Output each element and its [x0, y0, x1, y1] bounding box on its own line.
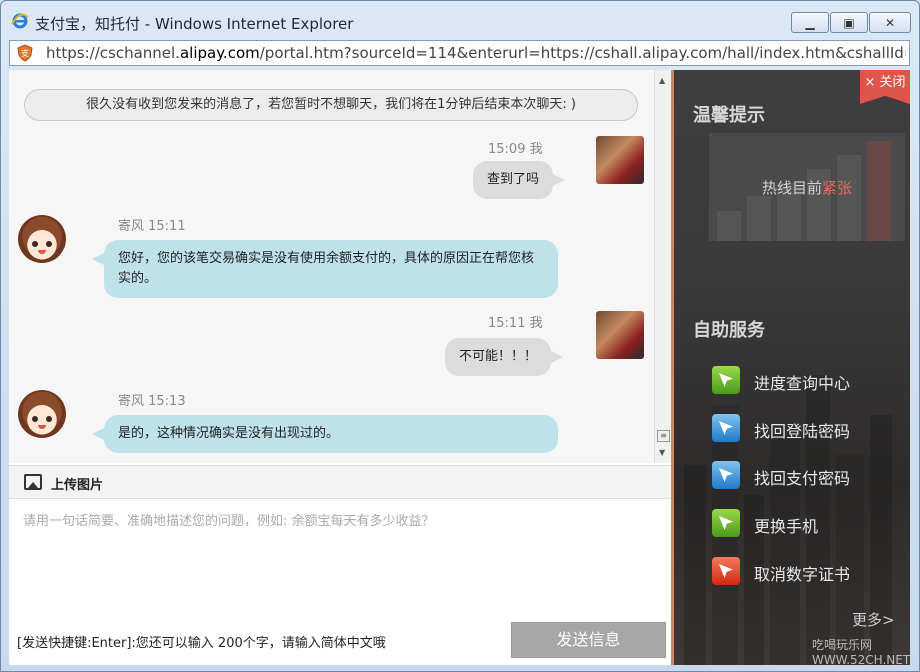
message-meta: 15:11 我: [488, 316, 543, 331]
service-change-phone[interactable]: 更换手机: [712, 507, 902, 539]
url-text[interactable]: https://cschannel.alipay.com/portal.htm?…: [46, 44, 906, 62]
minimize-icon: ▁: [805, 15, 815, 30]
service-progress-query[interactable]: 进度查询中心: [712, 364, 902, 396]
help-sidebar: × 关闭 温馨提示 热线目前紧张 自助服务 进度查询中心 找回登陆密码 找回支付…: [671, 70, 910, 665]
maximize-button[interactable]: ▣: [830, 12, 868, 33]
address-bar[interactable]: 支 https://cschannel.alipay.com/portal.ht…: [9, 40, 910, 66]
service-label: 更换手机: [754, 517, 819, 536]
user-message-bubble: 查到了吗: [473, 161, 566, 199]
browser-window: 支付宝，知托付 - Windows Internet Explorer ▁ ▣ …: [0, 0, 920, 672]
hotline-bar: [837, 155, 861, 241]
close-window-button[interactable]: ✕: [869, 12, 911, 33]
user-message-bubble: 不可能！！！: [445, 338, 564, 376]
cancel-certificate-icon: [712, 557, 740, 585]
progress-query-icon: [712, 366, 740, 394]
change-phone-icon: [712, 509, 740, 537]
hotline-level: 紧张: [822, 179, 853, 197]
scroll-down-icon[interactable]: ▼: [659, 448, 665, 457]
agent-avatar: [18, 390, 66, 438]
service-pay-password[interactable]: 找回支付密码: [712, 459, 902, 491]
scroll-up-icon[interactable]: ▲: [659, 76, 665, 85]
service-label: 进度查询中心: [754, 374, 851, 393]
url-path: /portal.htm?sourceId=114&enterurl=https:…: [259, 44, 906, 62]
agent-message-bubble: 您好，您的该笔交易确实是没有使用余额支付的，具体的原因正在帮您核实的。: [92, 240, 558, 298]
watermark: 吃喝玩乐网 WWW.52CH.NET: [812, 638, 910, 665]
hotline-bar: [717, 211, 741, 241]
close-icon: ✕: [884, 15, 896, 30]
service-label: 找回支付密码: [754, 469, 851, 488]
message-meta: 寄风 15:13: [118, 394, 186, 409]
window-title: 支付宝，知托付 - Windows Internet Explorer: [35, 15, 354, 33]
composer-toolbar: 上传图片: [9, 465, 671, 499]
scroll-thumb[interactable]: ≡: [657, 430, 670, 442]
upload-image-button[interactable]: 上传图片: [51, 474, 103, 493]
send-button[interactable]: 发送信息: [511, 622, 666, 658]
page-content: 很久没有收到您发来的消息了，若您暂时不想聊天，我们将在1分钟后结束本次聊天: )…: [9, 70, 910, 665]
message-input[interactable]: [9, 500, 671, 620]
service-login-password[interactable]: 找回登陆密码: [712, 412, 902, 444]
url-prefix: https://cschannel.: [46, 44, 180, 62]
close-sidebar-button[interactable]: × 关闭: [860, 70, 910, 104]
timeout-notice: 很久没有收到您发来的消息了，若您暂时不想聊天，我们将在1分钟后结束本次聊天: ): [24, 89, 638, 121]
agent-avatar: [18, 215, 66, 263]
hotline-bar: [747, 196, 771, 241]
hotline-status: 热线目前紧张: [709, 177, 905, 198]
minimize-button[interactable]: ▁: [791, 12, 829, 33]
maximize-icon: ▣: [843, 15, 855, 30]
chat-scrollbar[interactable]: ▲ ≡ ▼: [654, 70, 671, 463]
site-shield-icon: 支: [17, 44, 33, 62]
agent-message-bubble: 是的，这种情况确实是没有出现过的。: [92, 415, 558, 453]
message-meta: 15:09 我: [488, 142, 543, 157]
hotline-label: 热线目前: [761, 179, 822, 197]
svg-text:支: 支: [21, 48, 29, 58]
tips-heading: 温馨提示: [693, 105, 765, 126]
pay-password-icon: [712, 461, 740, 489]
upload-image-icon[interactable]: [24, 474, 42, 490]
service-label: 取消数字证书: [754, 565, 851, 584]
user-avatar: [596, 136, 644, 184]
message-meta: 寄风 15:11: [118, 219, 186, 234]
input-hint: [发送快捷键:Enter]:您还可以输入 200个字，请输入简体中文哦: [17, 636, 386, 651]
chat-history[interactable]: 很久没有收到您发来的消息了，若您暂时不想聊天，我们将在1分钟后结束本次聊天: )…: [9, 70, 654, 463]
login-password-icon: [712, 414, 740, 442]
ie-logo-icon: [11, 13, 29, 29]
hotline-status-chart: 热线目前紧张: [709, 133, 905, 241]
service-label: 找回登陆密码: [754, 422, 851, 441]
user-avatar: [596, 311, 644, 359]
more-services-link[interactable]: 更多>: [852, 609, 895, 630]
url-domain: alipay.com: [179, 44, 260, 62]
service-cancel-certificate[interactable]: 取消数字证书: [712, 555, 902, 587]
title-bar: 支付宝，知托付 - Windows Internet Explorer ▁ ▣ …: [1, 1, 919, 39]
services-heading: 自助服务: [693, 320, 765, 341]
